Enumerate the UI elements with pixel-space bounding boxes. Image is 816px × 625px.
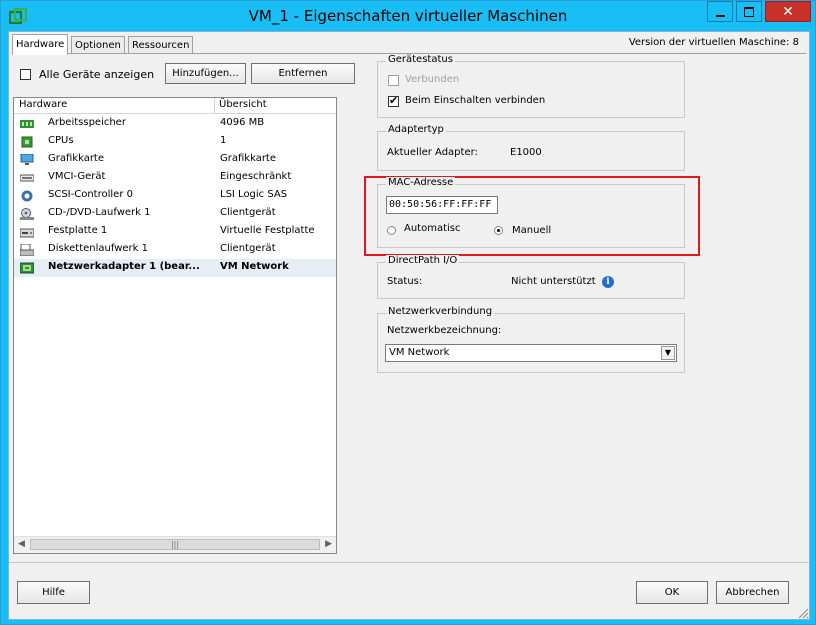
maximize-button[interactable] [736,1,762,22]
device-status-group: Gerätestatus Verbunden Beim Einschalten … [377,54,685,118]
hardware-name: Grafikkarte [48,153,105,164]
monitor-icon [20,154,34,165]
close-button[interactable]: ✕ [765,1,811,22]
network-icon [20,262,34,274]
directpath-status-value: Nicht unterstützt [511,276,596,287]
minimize-icon [715,14,725,17]
hardware-name: CPUs [48,135,74,146]
cdrom-icon [20,208,34,220]
automatic-label: Automatisc [404,223,461,234]
table-row[interactable]: SCSI-Controller 0 LSI Logic SAS [14,187,336,205]
chevron-down-icon[interactable]: ▼ [661,346,675,360]
table-row[interactable]: CD-/DVD-Laufwerk 1 Clientgerät [14,205,336,223]
network-connection-group: Netzwerkverbindung Netzwerkbezeichnung: … [377,306,685,373]
hardware-summary: 1 [220,135,227,146]
current-adapter-label: Aktueller Adapter: [387,147,478,158]
remove-button[interactable]: Entfernen [251,63,355,84]
title-bar[interactable]: VM_1 - Eigenschaften virtueller Maschine… [1,1,815,31]
window-title: VM_1 - Eigenschaften virtueller Maschine… [248,7,568,25]
tab-hardware[interactable]: Hardware [12,34,69,55]
hardware-list[interactable]: Hardware Übersicht Arbeitsspeicher 4096 … [13,97,337,554]
hardware-name: Arbeitsspeicher [48,117,126,128]
vm-version-label: Version der virtuellen Maschine: 8 [628,37,799,48]
hardware-list-header: Hardware Übersicht [14,98,336,114]
column-header-summary[interactable]: Übersicht [219,99,267,110]
adapter-type-legend: Adaptertyp [386,124,446,135]
table-row[interactable]: Diskettenlaufwerk 1 Clientgerät [14,241,336,259]
hardware-summary: 4096 MB [220,117,265,128]
manual-radio[interactable] [494,226,503,235]
scroll-left-icon[interactable]: ◀ [18,539,25,549]
hardware-summary: Eingeschränkt [220,171,292,182]
network-label-select[interactable]: VM Network ▼ [385,344,677,362]
dialog-window: VM_1 - Eigenschaften virtueller Maschine… [0,0,816,625]
footer-divider [9,562,809,563]
hardware-summary: LSI Logic SAS [220,189,288,200]
scsi-icon [21,190,33,202]
current-adapter-value: E1000 [510,147,542,158]
network-label-label: Netzwerkbezeichnung: [387,325,502,336]
connect-at-power-on-checkbox[interactable] [388,94,399,107]
close-icon: ✕ [782,3,794,20]
dialog-client-area: Hardware Optionen Ressourcen Version der… [8,31,810,620]
mac-address-input[interactable]: 00:50:56:FF:FF:FF [386,196,498,214]
info-icon[interactable]: i [602,276,614,288]
hardware-summary: Clientgerät [220,243,276,254]
table-row-selected[interactable]: Netzwerkadapter 1 (bear... VM Network [14,259,336,277]
show-all-devices-checkbox[interactable] [20,69,31,80]
directpath-legend: DirectPath I/O [386,255,460,266]
table-row[interactable]: Grafikkarte Grafikkarte [14,151,336,169]
directpath-group: DirectPath I/O Status: Nicht unterstützt… [377,255,685,299]
maximize-icon [744,6,754,17]
hardware-name: Diskettenlaufwerk 1 [48,243,148,254]
hardware-summary: VM Network [220,261,289,272]
scrollbar-thumb[interactable]: ||| [30,539,320,550]
mac-address-group: MAC-Adresse 00:50:56:FF:FF:FF Automatisc… [377,177,685,248]
mac-address-legend: MAC-Adresse [386,177,456,188]
tab-options[interactable]: Optionen [71,36,125,54]
add-button[interactable]: Hinzufügen... [165,63,246,84]
help-button[interactable]: Hilfe [17,581,90,604]
network-label-selected-value: VM Network [389,347,450,358]
cpu-icon [21,136,33,148]
table-row[interactable]: Festplatte 1 Virtuelle Festplatte [14,223,336,241]
hardware-name: Festplatte 1 [48,225,108,236]
table-row[interactable]: VMCI-Gerät Eingeschränkt [14,169,336,187]
adapter-type-group: Adaptertyp Aktueller Adapter: E1000 [377,124,685,171]
memory-icon [20,120,34,128]
ok-button[interactable]: OK [636,581,708,604]
directpath-status-label: Status: [387,276,423,287]
connected-checkbox[interactable] [388,75,399,86]
horizontal-scrollbar[interactable]: ◀ ||| ▶ [14,536,336,553]
show-all-devices-label: Alle Geräte anzeigen [39,68,155,81]
hardware-name: CD-/DVD-Laufwerk 1 [48,207,151,218]
vmci-icon [20,174,34,182]
resize-grip-icon[interactable] [795,605,809,619]
hardware-name: SCSI-Controller 0 [48,189,133,200]
connected-label: Verbunden [405,74,460,85]
table-row[interactable]: Arbeitsspeicher 4096 MB [14,115,336,133]
harddisk-icon [20,228,34,238]
hardware-summary: Grafikkarte [220,153,277,164]
hardware-name: VMCI-Gerät [48,171,106,182]
column-header-hardware[interactable]: Hardware [19,99,67,110]
minimize-button[interactable] [707,1,733,22]
network-connection-legend: Netzwerkverbindung [386,306,495,317]
scroll-right-icon[interactable]: ▶ [325,539,332,549]
hardware-name: Netzwerkadapter 1 (bear... [48,261,200,272]
device-status-legend: Gerätestatus [386,54,455,65]
connect-at-power-on-label: Beim Einschalten verbinden [405,95,546,106]
tab-resources[interactable]: Ressourcen [128,36,194,54]
table-row[interactable]: CPUs 1 [14,133,336,151]
floppy-icon [20,244,34,256]
hardware-summary: Clientgerät [220,207,276,218]
automatic-radio[interactable] [387,226,396,235]
hardware-summary: Virtuelle Festplatte [220,225,315,236]
manual-label: Manuell [512,225,552,236]
cancel-button[interactable]: Abbrechen [716,581,789,604]
